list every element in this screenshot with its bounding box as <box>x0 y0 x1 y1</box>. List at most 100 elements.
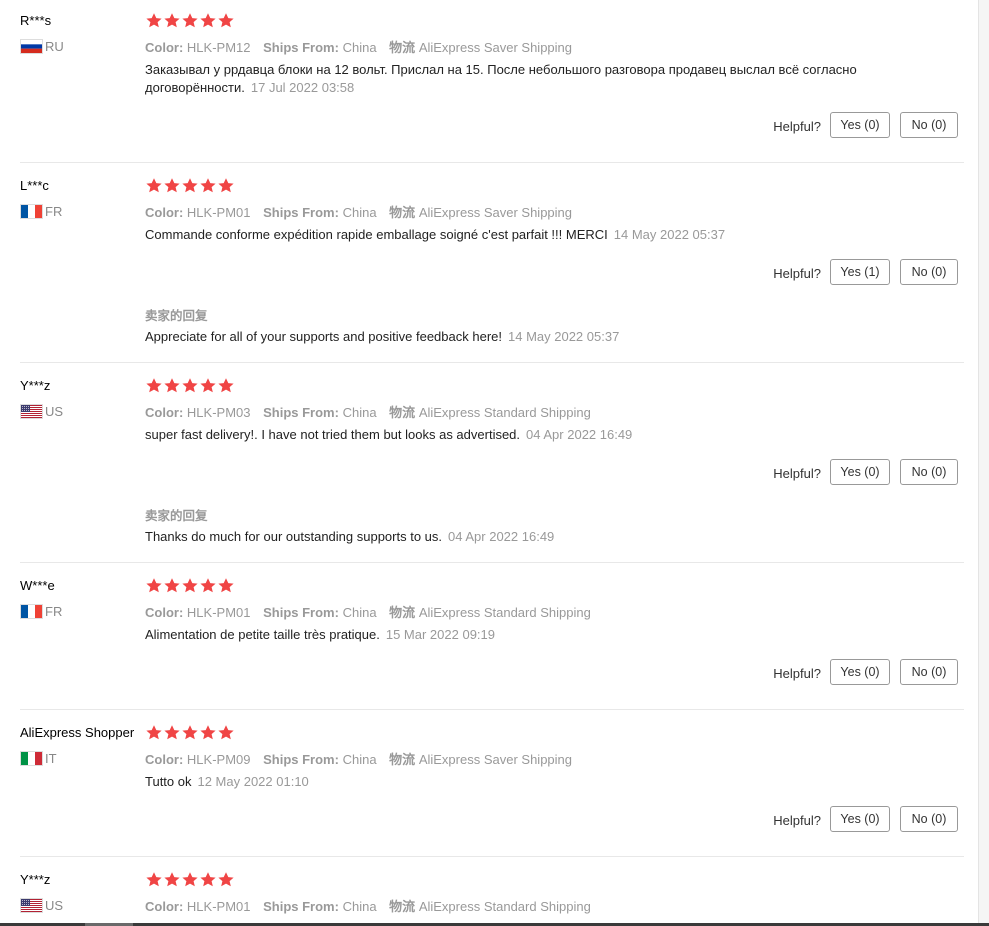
country-code: US <box>45 897 64 913</box>
star-icon <box>182 13 198 28</box>
star-icon <box>182 578 198 593</box>
reviewer-country: FR <box>20 603 62 619</box>
country-code: FR <box>45 203 63 219</box>
color-value: HLK-PM09 <box>186 752 251 767</box>
helpful-yes-button[interactable]: Yes (0) <box>830 806 890 832</box>
reviewer-country: US <box>20 403 63 419</box>
color-value: HLK-PM03 <box>186 405 251 420</box>
review-text-block: Tutto ok 12 May 2022 01:10 <box>145 773 865 791</box>
star-icon <box>218 578 234 593</box>
star-icon <box>200 872 216 887</box>
reviewer-name: L***c <box>20 178 49 193</box>
helpful-yes-button[interactable]: Yes (0) <box>830 659 890 685</box>
review-meta: Color: HLK-PM01 Ships From: China 物流 Ali… <box>145 896 600 915</box>
review-text: Alimentation de petite taille très prati… <box>145 627 380 642</box>
review-text-block: Alimentation de petite taille très prati… <box>145 626 865 644</box>
color-value: HLK-PM01 <box>186 899 251 914</box>
ships-from-label: Ships From: <box>263 899 339 914</box>
flag-us-icon <box>20 897 43 913</box>
seller-reply-date: 14 May 2022 05:37 <box>508 329 620 344</box>
star-icon <box>200 578 216 593</box>
seller-reply-title: 卖家的回复 <box>145 509 208 523</box>
flag-ru-icon <box>20 38 43 54</box>
country-code: FR <box>45 603 63 619</box>
shipping-method: AliExpress Saver Shipping <box>418 40 573 55</box>
flag-it-icon <box>20 750 43 766</box>
review-meta: Color: HLK-PM01 Ships From: China 物流 Ali… <box>145 202 581 221</box>
seller-reply-date: 04 Apr 2022 16:49 <box>448 529 555 544</box>
star-icon <box>146 178 162 193</box>
star-icon <box>218 13 234 28</box>
review-meta: Color: HLK-PM01 Ships From: China 物流 Ali… <box>145 602 600 621</box>
color-value: HLK-PM01 <box>186 205 251 220</box>
shipping-method: AliExpress Saver Shipping <box>418 752 573 767</box>
star-icon <box>164 378 180 393</box>
review-text: Tutto ok <box>145 774 192 789</box>
star-icon <box>182 725 198 740</box>
helpful-label: Helpful? <box>773 119 821 134</box>
logistics-label: 物流 <box>389 605 416 620</box>
star-icon <box>200 378 216 393</box>
ships-from-label: Ships From: <box>263 605 339 620</box>
rating-stars <box>145 577 235 593</box>
helpful-no-button[interactable]: No (0) <box>900 259 958 285</box>
color-label: Color: <box>145 752 184 767</box>
seller-reply-text: Appreciate for all of your supports and … <box>145 329 502 344</box>
helpful-label: Helpful? <box>773 666 821 681</box>
ships-from-label: Ships From: <box>263 752 339 767</box>
review-divider <box>20 162 964 163</box>
ships-from-value: China <box>342 40 377 55</box>
review-divider <box>20 562 964 563</box>
review-date: 15 Mar 2022 09:19 <box>385 627 495 642</box>
star-icon <box>146 872 162 887</box>
scrollbar-track[interactable] <box>978 0 989 926</box>
rating-stars <box>145 724 235 740</box>
star-icon <box>146 13 162 28</box>
star-icon <box>182 872 198 887</box>
review-text-block: Заказывал у ррдавца блоки на 12 вольт. П… <box>145 61 865 97</box>
helpful-label: Helpful? <box>773 466 821 481</box>
review-date: 17 Jul 2022 03:58 <box>250 80 355 95</box>
reviewer-name: Y***z <box>20 872 51 887</box>
helpful-yes-button[interactable]: Yes (1) <box>830 259 890 285</box>
review-divider <box>20 709 964 710</box>
color-label: Color: <box>145 899 184 914</box>
flag-us-icon <box>20 403 43 419</box>
ships-from-value: China <box>342 605 377 620</box>
helpful-no-button[interactable]: No (0) <box>900 659 958 685</box>
review-date: 12 May 2022 01:10 <box>197 774 309 789</box>
shipping-method: AliExpress Standard Shipping <box>418 605 591 620</box>
review-meta: Color: HLK-PM09 Ships From: China 物流 Ali… <box>145 749 581 768</box>
review-divider <box>20 362 964 363</box>
color-label: Color: <box>145 605 184 620</box>
helpful-yes-button[interactable]: Yes (0) <box>830 459 890 485</box>
ships-from-label: Ships From: <box>263 205 339 220</box>
color-label: Color: <box>145 40 184 55</box>
review-text: super fast delivery!. I have not tried t… <box>145 427 521 442</box>
review-text-block: super fast delivery!. I have not tried t… <box>145 426 865 444</box>
logistics-label: 物流 <box>389 405 416 420</box>
helpful-no-button[interactable]: No (0) <box>900 806 958 832</box>
star-icon <box>218 725 234 740</box>
rating-stars <box>145 177 235 193</box>
reviewer-name: R***s <box>20 13 52 28</box>
ships-from-label: Ships From: <box>263 405 339 420</box>
star-icon <box>200 13 216 28</box>
seller-reply-text: Thanks do much for our outstanding suppo… <box>145 529 443 544</box>
helpful-no-button[interactable]: No (0) <box>900 112 958 138</box>
star-icon <box>164 578 180 593</box>
shipping-method: AliExpress Standard Shipping <box>418 405 591 420</box>
seller-reply-title: 卖家的回复 <box>145 309 208 323</box>
helpful-yes-button[interactable]: Yes (0) <box>830 112 890 138</box>
helpful-no-button[interactable]: No (0) <box>900 459 958 485</box>
star-icon <box>164 178 180 193</box>
reviewer-name: W***e <box>20 578 55 593</box>
star-icon <box>164 725 180 740</box>
helpful-label: Helpful? <box>773 266 821 281</box>
review-meta: Color: HLK-PM12 Ships From: China 物流 Ali… <box>145 37 581 56</box>
logistics-label: 物流 <box>389 899 416 914</box>
review-date: 04 Apr 2022 16:49 <box>526 427 633 442</box>
seller-reply: Thanks do much for our outstanding suppo… <box>145 529 554 544</box>
star-icon <box>146 578 162 593</box>
star-icon <box>200 178 216 193</box>
